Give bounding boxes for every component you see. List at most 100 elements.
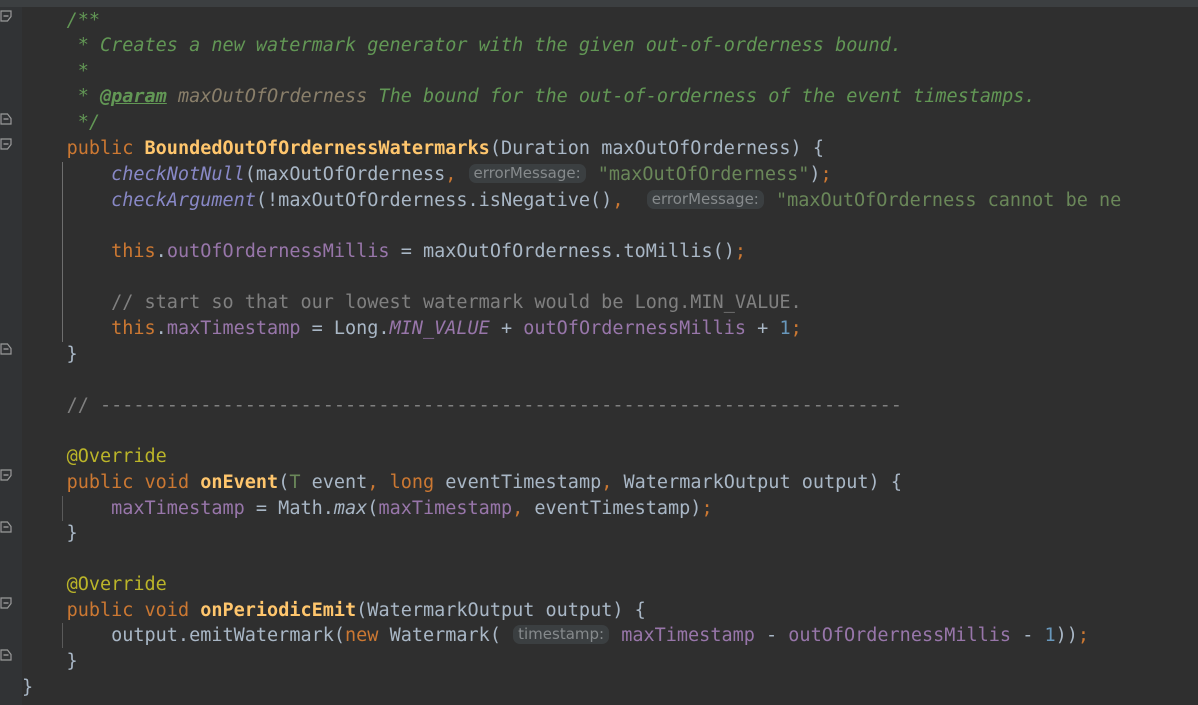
token-field-maxtimestamp: maxTimestamp (621, 625, 755, 646)
editor-top-strip (0, 0, 1198, 7)
code-line: * @param maxOutOfOrderness The bound for… (22, 84, 1036, 110)
token-line-comment: // start so that our lowest watermark wo… (111, 292, 802, 313)
inlay-hint-errormessage[interactable]: errorMessage: (646, 190, 764, 209)
fold-onevent-end-icon[interactable] (0, 520, 13, 533)
token-plus: + (489, 318, 524, 339)
token-javadoc-param-name: maxOutOfOrderness (177, 86, 368, 107)
code-editor-window: /** * Creates a new watermark generator … (0, 0, 1198, 705)
token-annotation-override: @Override (66, 574, 167, 595)
token-static-method-max: max (333, 498, 368, 519)
token-javadoc-text: * (22, 86, 100, 107)
fold-constructor-start-icon[interactable] (0, 138, 13, 151)
code-line: this.maxTimestamp = Long.MIN_VALUE + out… (22, 316, 802, 342)
token-paren-open: ( (489, 138, 501, 159)
token-keyword-public: public (66, 472, 134, 493)
token-closing-brace-class: } (22, 677, 34, 698)
code-line: } (22, 649, 78, 675)
token-type-param-t: T (289, 472, 301, 493)
code-line: } (22, 521, 78, 547)
token-comma: , (612, 190, 624, 211)
editor-gutter[interactable] (0, 7, 23, 705)
code-line: */ (22, 110, 100, 136)
token-call-emitwatermark: output.emitWatermark( (111, 625, 346, 646)
token-constructor-name: BoundedOutOfOrdernessWatermarks (144, 138, 490, 159)
token-keyword-public: public (66, 600, 134, 621)
token-keyword-long: long (389, 472, 435, 493)
token-annotation-override: @Override (66, 446, 167, 467)
fold-onperiodicemit-end-icon[interactable] (0, 648, 13, 661)
code-line: maxTimestamp = Math.max(maxTimestamp, ev… (22, 496, 713, 522)
token-paren-close-brace: ) { (790, 138, 824, 159)
token-field-maxtimestamp: maxTimestamp (166, 318, 301, 339)
token-assign: = Long. (300, 318, 390, 339)
token-comma: , (512, 498, 524, 519)
token-closing-brace: } (22, 344, 78, 365)
token-javadoc-open: /** (66, 10, 100, 31)
token-params: (WatermarkOutput output) { (356, 600, 646, 621)
token-number: 1 (1044, 625, 1056, 646)
code-line: @Override (22, 572, 167, 598)
token-minus: - (1011, 625, 1045, 646)
token-semicolon: ; (734, 241, 746, 262)
token-paren-close: ) (809, 164, 821, 185)
token-arg-eventtimestamp: eventTimestamp) (523, 498, 702, 519)
token-expression: = maxOutOfOrderness.toMillis() (389, 241, 735, 262)
token-call-checknotnull: checkNotNull (111, 164, 245, 185)
token-string: "maxOutOfOrderness" (597, 164, 810, 185)
token-field-outofordernessmillis: outOfOrdernessMillis (523, 318, 747, 339)
token-field-outofordernessmillis: outOfOrdernessMillis (788, 625, 1012, 646)
token-semicolon: ; (701, 498, 713, 519)
fold-constructor-end-icon[interactable] (0, 342, 13, 355)
token-number: 1 (779, 318, 791, 339)
token-args: (maxOutOfOrderness (244, 164, 446, 185)
token-separator-comment: // -------------------------------------… (66, 395, 902, 416)
code-line: // -------------------------------------… (22, 393, 902, 419)
token-method-name-onevent: onEvent (200, 472, 279, 493)
token-field-outofordernessmillis: outOfOrdernessMillis (166, 241, 390, 262)
fold-onevent-start-icon[interactable] (0, 469, 13, 482)
code-line: public void onEvent(T event, long eventT… (22, 470, 902, 496)
inlay-hint-errormessage[interactable]: errorMessage: (468, 164, 586, 183)
token-type-duration: Duration (500, 138, 591, 159)
token-comma: , (601, 472, 613, 493)
code-surface[interactable]: /** * Creates a new watermark generator … (22, 7, 1198, 705)
token-dot: . (155, 318, 167, 339)
token-javadoc-text: * (22, 61, 89, 82)
token-closing-brace: } (22, 523, 78, 544)
token-assign-math: = Math. (244, 498, 334, 519)
token-method-name-onperiodicemit: onPeriodicEmit (200, 600, 357, 621)
fold-onperiodicemit-start-icon[interactable] (0, 597, 13, 610)
token-call-checkargument: checkArgument (111, 190, 256, 211)
token-semicolon: ; (820, 164, 832, 185)
token-semicolon: ; (790, 318, 802, 339)
token-minus: - (754, 625, 789, 646)
token-field-maxtimestamp: maxTimestamp (111, 498, 245, 519)
code-line: /** (22, 8, 100, 34)
token-keyword-new: new (345, 625, 379, 646)
inlay-hint-timestamp[interactable]: timestamp: (513, 625, 610, 644)
fold-javadoc-end-icon[interactable] (0, 112, 13, 125)
fold-javadoc-start-icon[interactable] (0, 10, 13, 23)
code-line: output.emitWatermark(new Watermark( time… (22, 623, 1089, 649)
token-javadoc-param-tag[interactable]: @param (100, 86, 167, 107)
token-type-watermark: Watermark( (378, 625, 501, 646)
token-javadoc-text: * Creates a new watermark generator with… (22, 35, 902, 56)
token-string: "maxOutOfOrderness cannot be ne (776, 190, 1122, 211)
